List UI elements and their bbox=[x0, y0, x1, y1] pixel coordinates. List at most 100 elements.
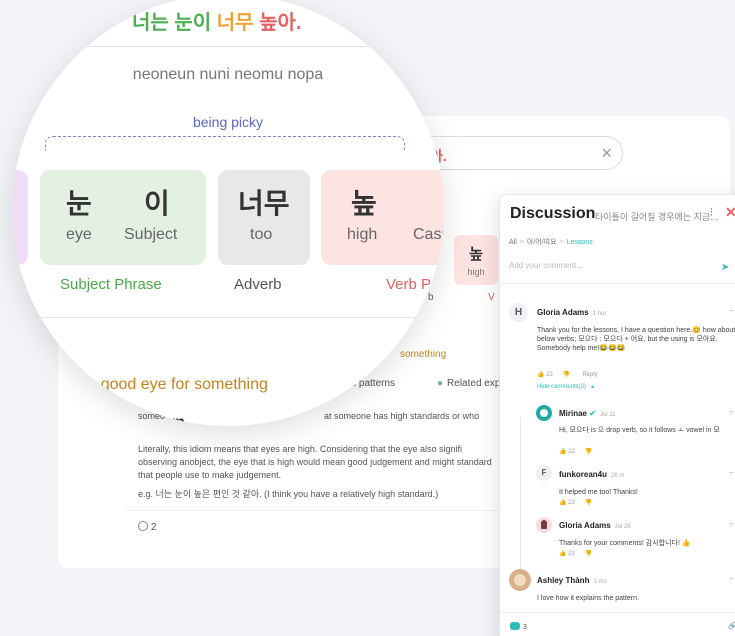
patterns-heading: r pattern bbox=[120, 414, 185, 426]
idiom-bracket bbox=[45, 136, 405, 150]
like-button[interactable]: 👍 22 bbox=[537, 372, 558, 378]
send-icon[interactable]: ➤ bbox=[721, 262, 729, 273]
dislike-icon[interactable]: 👎 bbox=[563, 372, 570, 378]
comment-author: Gloria Adams Jul 26 bbox=[559, 521, 631, 530]
label-fragment-v: V bbox=[488, 292, 495, 303]
discussion-title: Discussion bbox=[510, 205, 596, 222]
discussion-count[interactable]: 3 bbox=[510, 622, 527, 631]
avatar[interactable] bbox=[536, 405, 552, 421]
idiom-meaning-fragment: something bbox=[400, 349, 447, 360]
label-verb-phrase: Verb P bbox=[386, 276, 432, 293]
like-count: 22 bbox=[568, 449, 575, 455]
clear-icon[interactable]: × bbox=[601, 143, 612, 164]
magnifier-lens: 너는 눈이 너무 높아. neoneun nuni neomu nopa bei… bbox=[12, 0, 444, 426]
comment-time: Jul 11 bbox=[599, 412, 616, 418]
author-name: funkorean4u bbox=[559, 470, 608, 479]
like-button[interactable]: 👍 22 bbox=[559, 551, 580, 557]
chat-icon bbox=[510, 622, 520, 630]
korean-sentence: 너는 눈이 너무 높아. bbox=[132, 6, 301, 35]
chip-gloss-casual: Casu bbox=[413, 226, 444, 243]
avatar[interactable]: F bbox=[536, 465, 552, 481]
chip-gloss-high: high bbox=[347, 226, 378, 243]
more-icon[interactable]: ··· bbox=[729, 407, 735, 416]
comment-text: I love how it explains the pattern. bbox=[537, 595, 639, 602]
dislike-icon[interactable]: 👎 bbox=[585, 449, 592, 455]
label-fragment-b: b bbox=[428, 292, 434, 303]
label-adverb: Adverb bbox=[234, 276, 282, 293]
chip-korean-neomu: 너무 bbox=[238, 188, 290, 219]
author-name: Gloria Adams bbox=[559, 521, 611, 530]
sentence-part-2: 눈이 bbox=[174, 12, 212, 34]
chip-korean-i: 이 bbox=[144, 188, 170, 219]
discussion-panel: Discussion 타이틀이 길어질 경우에는 지금... ⫶ ✕ All>아… bbox=[499, 194, 735, 636]
romanization: neoneun nuni neomu nopa bbox=[132, 66, 324, 83]
like-count: 22 bbox=[546, 372, 553, 378]
chip-korean-nop: 높 bbox=[351, 188, 377, 219]
like-button[interactable]: 👍 22 bbox=[559, 500, 580, 506]
word-chip-high[interactable]: 높 high bbox=[454, 235, 498, 285]
author-name: Ashley Thành bbox=[537, 576, 590, 585]
like-count: 22 bbox=[568, 551, 575, 557]
thread-line bbox=[520, 417, 521, 577]
comment-time: 1 mo bbox=[593, 579, 607, 585]
comment-time: Jul 26 bbox=[614, 524, 631, 530]
comment-text: Hi, 모으다 is 으 drop verb, so it follows ㅗ … bbox=[559, 427, 720, 434]
tag-icon: ● bbox=[437, 378, 444, 389]
comment-text: Thanks for your comments! 감사합니다! 👍 bbox=[559, 540, 691, 547]
reply-button[interactable]: Reply bbox=[582, 372, 597, 378]
literal-explanation: Literally, this idiom means that eyes ar… bbox=[138, 444, 492, 480]
filter-icon[interactable]: ⫶ bbox=[710, 207, 713, 220]
comment-author: Mirinae ✔ Jul 11 bbox=[559, 409, 616, 418]
chip-korean-nun: 눈 bbox=[66, 188, 92, 219]
word-chip-verb[interactable]: 높 high Casu bbox=[321, 170, 444, 265]
sentence-search-box[interactable]: 아. × bbox=[415, 136, 623, 170]
dislike-icon[interactable]: 👎 bbox=[585, 551, 592, 557]
comment-count-value: 2 bbox=[151, 522, 157, 533]
sentence-part-4: 높아. bbox=[259, 12, 302, 34]
more-icon[interactable]: ··· bbox=[729, 574, 735, 583]
example-sentence: e.g. 너는 눈이 높은 편인 것 같아. (I think you have… bbox=[138, 489, 439, 499]
separator: · bbox=[575, 372, 578, 378]
close-icon[interactable]: ✕ bbox=[725, 204, 735, 221]
more-icon[interactable]: ··· bbox=[729, 306, 735, 315]
avatar[interactable] bbox=[536, 517, 552, 533]
avatar[interactable] bbox=[509, 569, 531, 591]
divider bbox=[500, 283, 735, 284]
divider bbox=[126, 510, 498, 511]
comment-actions: 👍 22 👎 bbox=[559, 550, 597, 557]
comment-time: 26 m bbox=[611, 473, 625, 479]
chip-korean: 높 bbox=[469, 246, 483, 263]
hide-comments-toggle[interactable]: Hide comments(3) ▴ bbox=[537, 383, 594, 390]
comment-text: It helped me too! Thanks! bbox=[559, 489, 638, 496]
more-icon[interactable]: ··· bbox=[729, 519, 735, 528]
author-name: Mirinae bbox=[559, 409, 588, 418]
tab-related-expressions[interactable]: ● Related expr bbox=[437, 378, 504, 389]
comment-time: 1 hur bbox=[592, 311, 607, 317]
breadcrumb-lessons[interactable]: Lessons bbox=[567, 239, 593, 246]
comment-actions: 👍 22 👎 bbox=[559, 448, 597, 455]
divider bbox=[12, 46, 444, 47]
sentence-part-1: 너는 bbox=[132, 12, 169, 34]
comment-count[interactable]: 2 bbox=[138, 521, 157, 533]
link-icon[interactable]: 🔗 bbox=[728, 622, 735, 630]
sentence-part-3: 너무 bbox=[216, 12, 254, 34]
comment-input[interactable]: Add your comment... bbox=[509, 261, 731, 270]
author-name: Gloria Adams bbox=[537, 308, 589, 317]
word-chip-subject[interactable]: 눈 eye 이 Subject bbox=[40, 170, 206, 265]
divider bbox=[12, 317, 444, 318]
avatar[interactable]: H bbox=[509, 303, 528, 322]
more-icon[interactable]: ··· bbox=[729, 468, 735, 477]
dislike-icon[interactable]: 👎 bbox=[585, 500, 592, 506]
hide-comments-label: Hide comments(3) bbox=[537, 384, 587, 390]
chip-gloss-too: too bbox=[250, 226, 273, 243]
word-chip-adverb[interactable]: 너무 too bbox=[218, 170, 310, 265]
comment-author: funkorean4u 26 m bbox=[559, 470, 624, 479]
breadcrumb-pattern[interactable]: 아/어/여요 bbox=[527, 239, 557, 246]
word-chip-previous[interactable] bbox=[12, 170, 28, 265]
verified-icon: ✔ bbox=[589, 409, 596, 418]
like-count: 22 bbox=[568, 500, 575, 506]
like-button[interactable]: 👍 22 bbox=[559, 449, 580, 455]
comment-icon bbox=[138, 521, 148, 531]
breadcrumb-all[interactable]: All bbox=[509, 239, 517, 246]
comment-author: Gloria Adams 1 hur bbox=[537, 308, 606, 317]
